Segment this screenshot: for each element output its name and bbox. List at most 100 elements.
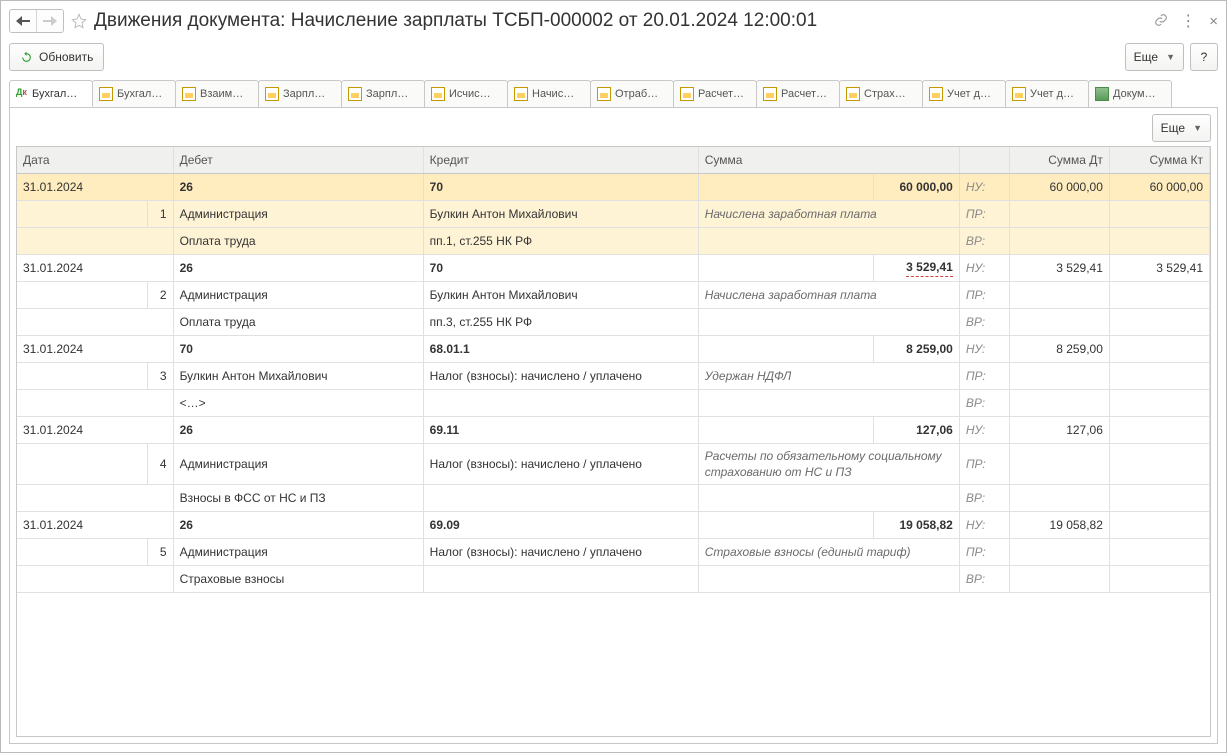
cell-debit-s2: Страховые взносы	[173, 566, 423, 593]
sheet-icon	[182, 87, 196, 101]
tab-0[interactable]: ДкБухгал…	[9, 80, 93, 107]
tab-11[interactable]: Учет д…	[922, 80, 1006, 107]
table-row[interactable]: 31.01.2024267060 000,00НУ:60 000,0060 00…	[17, 174, 1210, 201]
table-row[interactable]: 5АдминистрацияНалог (взносы): начислено …	[17, 539, 1210, 566]
sheet-icon	[1012, 87, 1026, 101]
col-credit[interactable]: Кредит	[423, 147, 698, 174]
cell-n: 1	[147, 201, 173, 228]
cell-tag-nu: НУ:	[959, 417, 1009, 444]
table-row[interactable]: 2АдминистрацияБулкин Антон МихайловичНач…	[17, 282, 1210, 309]
cell-debit-s2: Взносы в ФСС от НС и ПЗ	[173, 485, 423, 512]
table-row[interactable]: 31.01.20242669.11127,06НУ:127,06	[17, 417, 1210, 444]
sheet-icon	[514, 87, 528, 101]
cell-sum-kt	[1109, 336, 1209, 363]
tab-12[interactable]: Учет д…	[1005, 80, 1089, 107]
col-sum-dt[interactable]: Сумма Дт	[1009, 147, 1109, 174]
sheet-icon	[265, 87, 279, 101]
table-row[interactable]: 1АдминистрацияБулкин Антон МихайловичНач…	[17, 201, 1210, 228]
more-icon[interactable]: ⋮	[1180, 11, 1197, 31]
cell-n: 4	[147, 444, 173, 485]
cell-tag-vr: ВР:	[959, 390, 1009, 417]
cell-desc: Расчеты по обязательному социальному стр…	[698, 444, 959, 485]
refresh-button[interactable]: Обновить	[9, 43, 104, 71]
table-row[interactable]: 31.01.20247068.01.18 259,00НУ:8 259,00	[17, 336, 1210, 363]
cell-tag-pr: ПР:	[959, 363, 1009, 390]
sheet-icon	[763, 87, 777, 101]
tab-8[interactable]: Расчет…	[673, 80, 757, 107]
cell-n: 3	[147, 363, 173, 390]
cell-credit-s2	[423, 485, 698, 512]
title-icons: ⋮ ×	[1154, 11, 1218, 31]
cell-debit-s2: <…>	[173, 390, 423, 417]
col-date[interactable]: Дата	[17, 147, 173, 174]
sheet-icon	[431, 87, 445, 101]
table-row[interactable]: Оплата трудапп.1, ст.255 НК РФВР:	[17, 228, 1210, 255]
table-row[interactable]: Взносы в ФСС от НС и ПЗВР:	[17, 485, 1210, 512]
table-row[interactable]: 31.01.20242669.0919 058,82НУ:19 058,82	[17, 512, 1210, 539]
tab-7[interactable]: Отраб…	[590, 80, 674, 107]
tab-label: Начис…	[532, 88, 574, 100]
tab-1[interactable]: Бухгал…	[92, 80, 176, 107]
sheet-icon	[680, 87, 694, 101]
help-button[interactable]: ?	[1190, 43, 1218, 71]
close-icon[interactable]: ×	[1209, 13, 1218, 30]
cell-tag-pr: ПР:	[959, 201, 1009, 228]
tab-label: Взаим…	[200, 88, 243, 100]
grid[interactable]: Дата Дебет Кредит Сумма Сумма Дт Сумма К…	[16, 146, 1211, 737]
more-button[interactable]: Еще▼	[1125, 43, 1184, 71]
header-row: Дата Дебет Кредит Сумма Сумма Дт Сумма К…	[17, 147, 1210, 174]
cell-tag-pr: ПР:	[959, 282, 1009, 309]
cell-tag-nu: НУ:	[959, 336, 1009, 363]
cell-debit-acc: 26	[173, 255, 423, 282]
panel-more-button[interactable]: Еще▼	[1152, 114, 1211, 142]
tab-13[interactable]: Докум…	[1088, 80, 1172, 107]
cell-tag-nu: НУ:	[959, 174, 1009, 201]
table-row[interactable]: Страховые взносыВР:	[17, 566, 1210, 593]
tab-6[interactable]: Начис…	[507, 80, 591, 107]
cell-credit-s2	[423, 390, 698, 417]
cell-debit-acc: 26	[173, 512, 423, 539]
link-icon[interactable]	[1154, 13, 1168, 30]
cell-debit-s2: Оплата труда	[173, 228, 423, 255]
dk-icon: Дк	[16, 88, 28, 100]
tabs: ДкБухгал…Бухгал…Взаим…Зарпл…Зарпл…Исчис……	[9, 79, 1218, 108]
sheet-icon	[597, 87, 611, 101]
window: Движения документа: Начисление зарплаты …	[0, 0, 1227, 753]
table-row[interactable]: Оплата трудапп.3, ст.255 НК РФВР:	[17, 309, 1210, 336]
back-button[interactable]	[10, 10, 36, 32]
cell-sum: 8 259,00	[873, 336, 959, 363]
sheet-icon	[348, 87, 362, 101]
toolbar: Обновить Еще▼ ?	[9, 43, 1218, 71]
table-row[interactable]: 3Булкин Антон МихайловичНалог (взносы): …	[17, 363, 1210, 390]
table-row[interactable]: 4АдминистрацияНалог (взносы): начислено …	[17, 444, 1210, 485]
tab-2[interactable]: Взаим…	[175, 80, 259, 107]
titlebar: Движения документа: Начисление зарплаты …	[9, 7, 1218, 35]
cell-tag-pr: ПР:	[959, 539, 1009, 566]
tab-label: Учет д…	[1030, 88, 1074, 100]
col-sum-kt[interactable]: Сумма Кт	[1109, 147, 1209, 174]
forward-button[interactable]	[36, 10, 63, 32]
window-title: Движения документа: Начисление зарплаты …	[94, 10, 1148, 32]
tab-5[interactable]: Исчис…	[424, 80, 508, 107]
cell-sum: 127,06	[873, 417, 959, 444]
tab-4[interactable]: Зарпл…	[341, 80, 425, 107]
cell-credit-s1: Налог (взносы): начислено / уплачено	[423, 444, 698, 485]
grid-icon	[1095, 87, 1109, 101]
cell-sum-kt	[1109, 417, 1209, 444]
tab-3[interactable]: Зарпл…	[258, 80, 342, 107]
cell-sum-dt: 60 000,00	[1009, 174, 1109, 201]
col-sum[interactable]: Сумма	[698, 147, 959, 174]
col-debit[interactable]: Дебет	[173, 147, 423, 174]
table-row[interactable]: <…> ВР:	[17, 390, 1210, 417]
cell-desc: Начислена заработная плата	[698, 201, 959, 228]
favorite-star-icon[interactable]	[70, 12, 88, 30]
nav-buttons	[9, 9, 64, 33]
cell-date: 31.01.2024	[17, 174, 173, 201]
cell-credit-s2: пп.1, ст.255 НК РФ	[423, 228, 698, 255]
tab-9[interactable]: Расчет…	[756, 80, 840, 107]
table-row[interactable]: 31.01.202426703 529,41НУ:3 529,413 529,4…	[17, 255, 1210, 282]
col-tag[interactable]	[959, 147, 1009, 174]
cell-debit-s2: Оплата труда	[173, 309, 423, 336]
cell-date: 31.01.2024	[17, 336, 173, 363]
tab-10[interactable]: Страх…	[839, 80, 923, 107]
